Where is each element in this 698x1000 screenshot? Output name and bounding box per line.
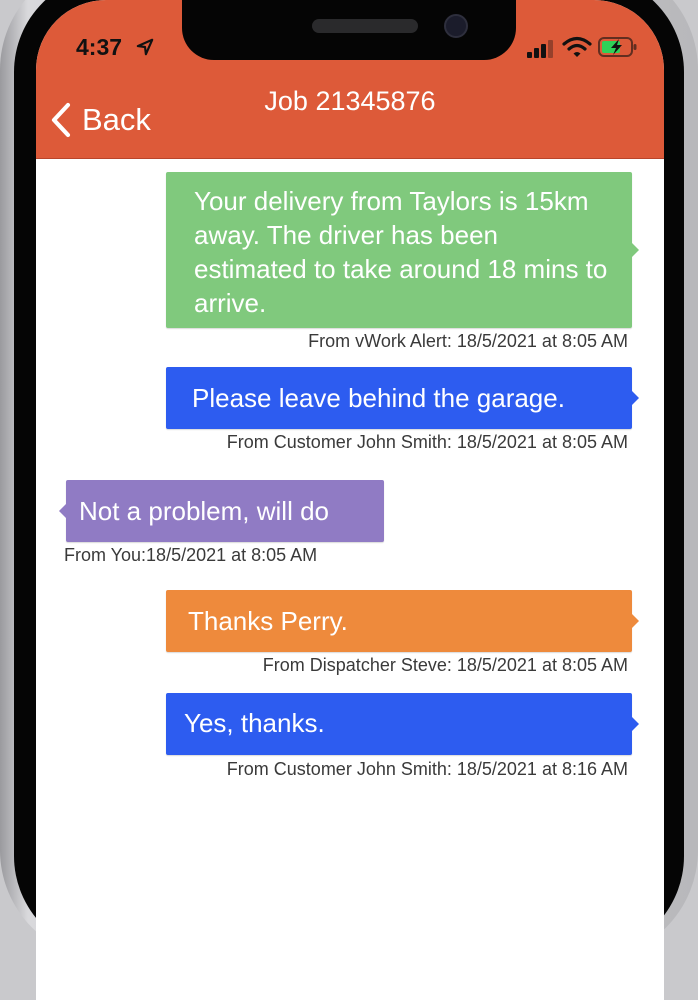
message-meta: From Customer John Smith: 18/5/2021 at 8…	[226, 432, 628, 452]
location-arrow-icon	[136, 38, 154, 56]
wifi-icon	[562, 36, 592, 57]
message-meta: From Dispatcher Steve: 18/5/2021 at 8:05…	[262, 655, 628, 675]
message-text: Thanks Perry.	[188, 606, 348, 636]
nav-header: 4:37 Back Job 21345876	[36, 0, 664, 159]
message-bubble[interactable]: Yes, thanks.	[166, 693, 632, 755]
message-text: Yes, thanks.	[184, 708, 325, 738]
message-text: Please leave behind the garage.	[192, 383, 565, 413]
message-bubble[interactable]: Please leave behind the garage.	[166, 367, 632, 429]
message-bubble[interactable]: Thanks Perry.	[166, 590, 632, 652]
message-meta: From You:18/5/2021 at 8:05 AM	[64, 545, 318, 565]
message-text: Your delivery from Taylors is 15km away.…	[194, 186, 608, 318]
message-meta: From Customer John Smith: 18/5/2021 at 8…	[226, 759, 628, 779]
message-bubble[interactable]: Not a problem, will do	[66, 480, 384, 542]
phone-screen: 4:37 Back Job 21345876 Your delivery fro…	[36, 0, 664, 1000]
earpiece-speaker	[312, 19, 418, 33]
front-camera	[444, 14, 468, 38]
page-title: Job 21345876	[264, 86, 436, 116]
phone-notch	[182, 0, 516, 60]
message-text: Not a problem, will do	[79, 496, 329, 526]
message-bubble[interactable]: Your delivery from Taylors is 15km away.…	[166, 172, 632, 328]
message-meta: From vWork Alert: 18/5/2021 at 8:05 AM	[308, 331, 628, 351]
status-time: 4:37	[76, 34, 123, 60]
cellular-signal-icon	[527, 40, 553, 58]
battery-charging-icon	[598, 37, 637, 57]
